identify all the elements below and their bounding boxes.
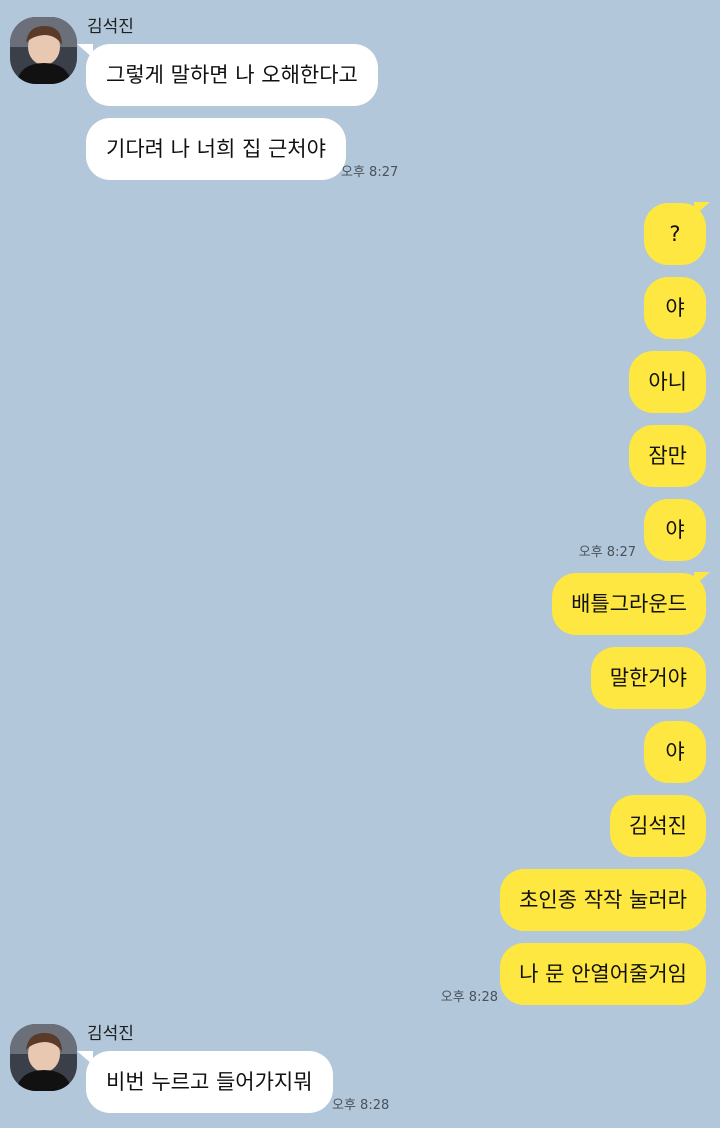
message-time: 오후 8:28 (332, 1098, 390, 1113)
message-bubble-incoming[interactable]: 기다려 나 너희 집 근처야 (86, 118, 346, 180)
message-bubble-incoming[interactable]: 그렇게 말하면 나 오해한다고 (86, 44, 378, 106)
message-bubble-outgoing[interactable]: 말한거야 (590, 647, 706, 709)
message-bubble-outgoing[interactable]: 초인종 작작 눌러라 (500, 869, 706, 931)
message-bubble-outgoing[interactable]: 야 (644, 499, 706, 561)
message-bubble-outgoing[interactable]: 김석진 (610, 795, 706, 857)
message-bubble-outgoing[interactable]: 잠만 (629, 425, 706, 487)
message-bubble-outgoing[interactable]: 배틀그라운드 (552, 573, 706, 635)
message-bubble-outgoing[interactable]: 아니 (629, 351, 706, 413)
sender-name: 김석진 (87, 17, 134, 37)
avatar-photo-icon (10, 1024, 77, 1091)
message-bubble-outgoing[interactable]: 야 (644, 277, 706, 339)
avatar-photo-icon (10, 17, 77, 84)
avatar[interactable] (10, 1024, 77, 1091)
message-time: 오후 8:27 (578, 545, 636, 560)
message-bubble-outgoing[interactable]: 나 문 안열어줄거임 (500, 943, 706, 1005)
message-time: 오후 8:27 (341, 165, 399, 180)
message-time: 오후 8:28 (440, 990, 498, 1005)
avatar[interactable] (10, 17, 77, 84)
message-bubble-outgoing[interactable]: ? (644, 203, 706, 265)
message-bubble-outgoing[interactable]: 야 (644, 721, 706, 783)
sender-name: 김석진 (87, 1024, 134, 1044)
message-bubble-incoming[interactable]: 비번 누르고 들어가지뭐 (86, 1051, 333, 1113)
